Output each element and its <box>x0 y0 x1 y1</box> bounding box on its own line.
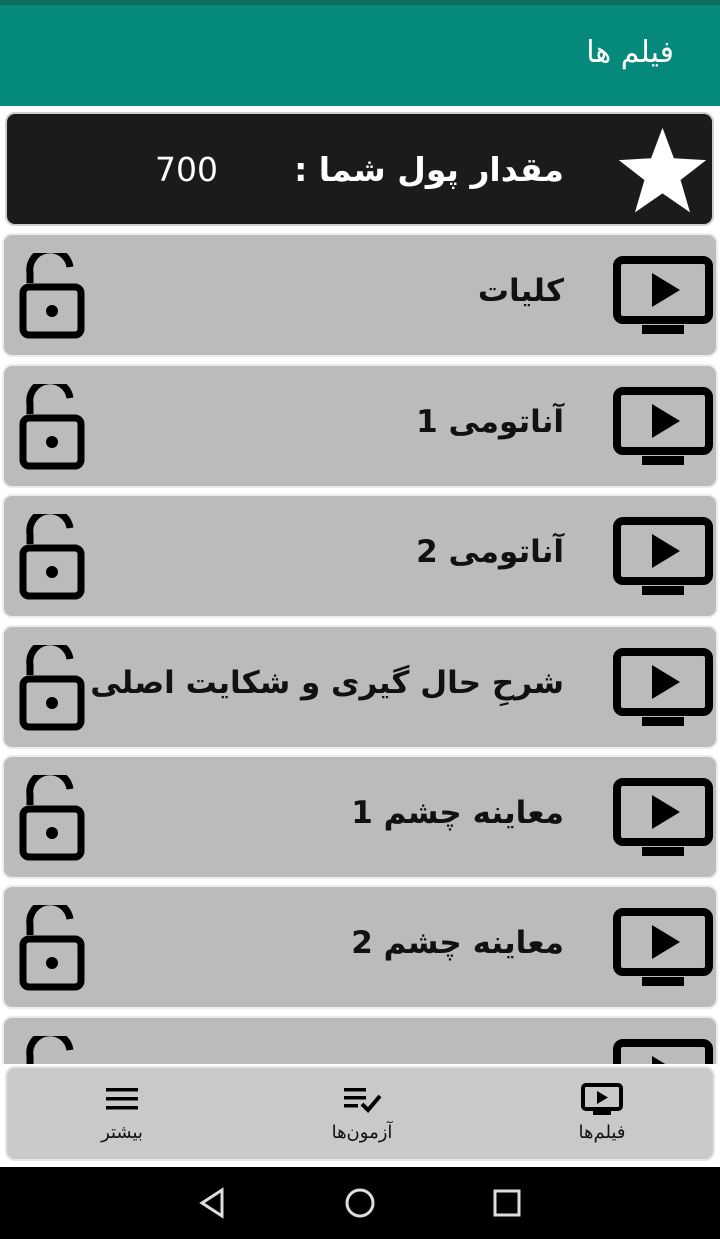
lock-open-icon <box>19 645 85 731</box>
app-bar: فیلم ها <box>0 5 720 106</box>
tv-play-icon <box>613 648 713 726</box>
bottom-navigation: فیلم‌ها آزمون‌ها بیشتر <box>5 1066 715 1161</box>
balance-label: مقدار پول شما : <box>294 150 564 189</box>
nav-more[interactable]: بیشتر <box>42 1076 202 1156</box>
nav-films-label: فیلم‌ها <box>578 1122 626 1143</box>
video-item[interactable] <box>2 1016 718 1064</box>
tv-play-icon <box>613 1039 713 1064</box>
video-item[interactable]: معاینه چشم 2 <box>2 885 718 1009</box>
video-item[interactable]: کلیات <box>2 233 718 357</box>
back-icon[interactable] <box>196 1186 230 1220</box>
video-title: آناتومی 2 <box>416 534 564 570</box>
video-item[interactable]: آناتومی 2 <box>2 494 718 618</box>
checklist-icon <box>344 1088 382 1113</box>
lock-open-icon <box>19 253 85 339</box>
tv-play-icon <box>613 256 713 334</box>
home-icon[interactable] <box>343 1186 377 1220</box>
tv-play-icon <box>613 908 713 986</box>
system-navigation-bar <box>0 1167 720 1239</box>
nav-films[interactable]: فیلم‌ها <box>522 1076 682 1156</box>
nav-exams-label: آزمون‌ها <box>331 1122 393 1143</box>
lock-open-icon <box>19 514 85 600</box>
video-title: کلیات <box>477 273 564 309</box>
tv-play-icon <box>581 1083 623 1115</box>
video-title: آناتومی 1 <box>416 404 564 440</box>
nav-exams[interactable]: آزمون‌ها <box>282 1076 442 1156</box>
video-list[interactable]: کلیات آناتومی 1 آناتومی 2 شرحِ حال گیری … <box>0 231 720 1064</box>
video-item[interactable]: معاینه چشم 1 <box>2 755 718 879</box>
lock-open-icon <box>19 905 85 991</box>
video-item[interactable]: آناتومی 1 <box>2 364 718 488</box>
video-title: شرحِ حال گیری و شکایت اصلی <box>90 665 564 701</box>
lock-open-icon <box>19 384 85 470</box>
video-item[interactable]: شرحِ حال گیری و شکایت اصلی <box>2 625 718 749</box>
nav-more-label: بیشتر <box>101 1122 143 1143</box>
recents-icon[interactable] <box>490 1186 524 1220</box>
menu-icon <box>106 1088 138 1110</box>
page-title: فیلم ها <box>586 35 674 70</box>
video-title: معاینه چشم 1 <box>351 795 564 831</box>
balance-card: مقدار پول شما : 700 <box>5 112 714 226</box>
video-title: معاینه چشم 2 <box>351 925 564 961</box>
balance-amount: 700 <box>155 150 218 189</box>
tv-play-icon <box>613 387 713 465</box>
lock-open-icon <box>26 1036 74 1064</box>
lock-open-icon <box>19 775 85 861</box>
tv-play-icon <box>613 517 713 595</box>
tv-play-icon <box>613 778 713 856</box>
star-icon <box>618 127 707 213</box>
